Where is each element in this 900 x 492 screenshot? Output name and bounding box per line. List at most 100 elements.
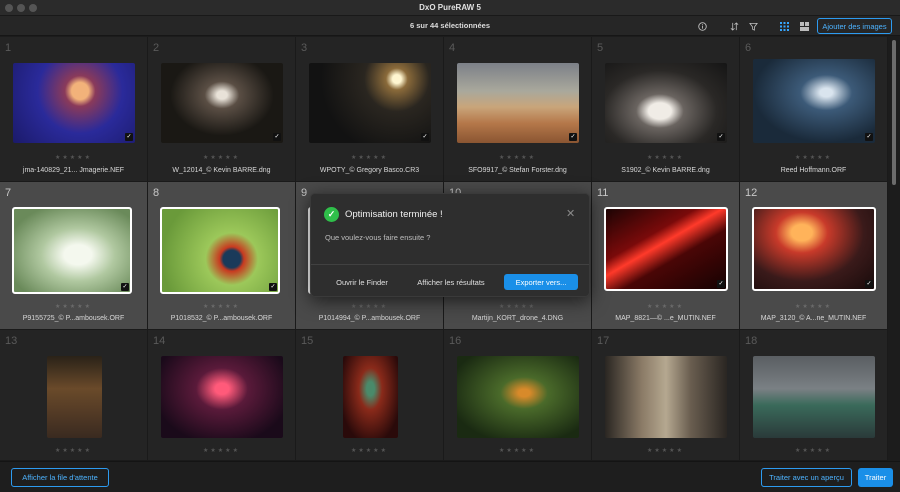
bottom-bar: Afficher la file d'attente Traiter avec …	[0, 461, 900, 492]
image-thumbnail[interactable]: ✓	[160, 207, 280, 294]
image-thumbnail[interactable]: ✓	[12, 207, 132, 294]
image-card[interactable]: 18 ★★★★★	[740, 330, 888, 461]
sort-icon[interactable]	[727, 19, 741, 33]
image-index: 3	[301, 42, 308, 54]
add-images-button[interactable]: Ajouter des images	[817, 18, 892, 34]
selection-count: 6 sur 44 sélectionnées	[409, 21, 491, 30]
image-filename: MAP_3120_© A...ne_MUTIN.NEF	[760, 315, 867, 322]
star-rating[interactable]: ★★★★★	[0, 154, 147, 161]
star-rating[interactable]: ★★★★★	[740, 154, 887, 161]
image-thumbnail[interactable]: ✓	[457, 63, 579, 143]
image-index: 8	[153, 187, 160, 199]
image-thumbnail[interactable]	[161, 356, 283, 438]
success-check-icon: ✓	[324, 207, 339, 222]
show-queue-button[interactable]: Afficher la file d'attente	[11, 468, 109, 487]
image-index: 18	[745, 335, 758, 347]
image-thumbnail[interactable]	[605, 356, 727, 438]
processed-check-icon: ✓	[121, 283, 129, 291]
open-finder-button[interactable]: Ouvrir le Finder	[325, 274, 399, 290]
image-card[interactable]: 2 ✓ ★★★★★ W_12014_© Kevin BARRE.dng	[148, 37, 296, 182]
star-rating[interactable]: ★★★★★	[740, 447, 887, 454]
star-rating[interactable]: ★★★★★	[592, 154, 739, 161]
star-rating[interactable]: ★★★★★	[740, 303, 887, 310]
image-card[interactable]: 15 ★★★★★	[296, 330, 444, 461]
image-card[interactable]: 5 ✓ ★★★★★ S1902_© Kevin BARRE.dng	[592, 37, 740, 182]
image-thumbnail[interactable]: ✓	[752, 207, 876, 291]
filter-icon[interactable]	[746, 19, 760, 33]
image-thumbnail[interactable]: ✓	[13, 63, 135, 143]
image-filename: W_12014_© Kevin BARRE.dng	[172, 167, 271, 174]
image-index: 2	[153, 42, 160, 54]
image-index: 16	[449, 335, 462, 347]
image-card[interactable]: 16 ★★★★★	[444, 330, 592, 461]
close-icon[interactable]: ✕	[566, 207, 575, 220]
image-filename: WPOTY_© Gregory Basco.CR3	[319, 167, 420, 174]
star-rating[interactable]: ★★★★★	[148, 447, 295, 454]
image-thumbnail[interactable]: ✓	[604, 207, 728, 291]
star-rating[interactable]: ★★★★★	[592, 447, 739, 454]
image-filename: jma-140829_21... Jmagerie.NEF	[22, 167, 125, 174]
image-thumbnail[interactable]	[343, 356, 398, 438]
image-thumbnail[interactable]	[47, 356, 102, 438]
image-filename: Martijn_KORT_drone_4.DNG	[471, 315, 564, 322]
show-results-button[interactable]: Afficher les résultats	[407, 274, 495, 290]
image-filename: P1014994_© P...ambousek.ORF	[318, 315, 421, 322]
image-card[interactable]: 4 ✓ ★★★★★ SFO9917_© Stefan Forster.dng	[444, 37, 592, 182]
image-filename: P1018532_© P...ambousek.ORF	[170, 315, 273, 322]
image-card[interactable]: 3 ✓ ★★★★★ WPOTY_© Gregory Basco.CR3	[296, 37, 444, 182]
image-index: 12	[745, 187, 758, 199]
image-filename: S1902_© Kevin BARRE.dng	[621, 167, 710, 174]
image-thumbnail[interactable]	[457, 356, 579, 438]
toolbar: 6 sur 44 sélectionnées Ajouter des image…	[0, 16, 900, 36]
scrollbar-thumb[interactable]	[892, 40, 896, 185]
compare-view-icon[interactable]	[797, 19, 811, 33]
image-card[interactable]: 6 ✓ ★★★★★ Reed Hoffmann.ORF	[740, 37, 888, 182]
image-filename: MAP_8821—© ...e_MUTIN.NEF	[615, 315, 716, 322]
image-index: 6	[745, 42, 752, 54]
dialog-divider	[311, 264, 589, 265]
image-index: 11	[597, 187, 609, 199]
info-icon[interactable]	[695, 19, 709, 33]
image-card[interactable]: 8 ✓ ★★★★★ P1018532_© P...ambousek.ORF	[148, 182, 296, 330]
star-rating[interactable]: ★★★★★	[148, 154, 295, 161]
processed-check-icon: ✓	[865, 280, 873, 288]
process-button[interactable]: Traiter	[858, 468, 893, 487]
image-card[interactable]: 1 ✓ ★★★★★ jma-140829_21... Jmagerie.NEF	[0, 37, 148, 182]
processed-check-icon: ✓	[125, 133, 133, 141]
processed-check-icon: ✓	[717, 133, 725, 141]
image-filename: SFO9917_© Stefan Forster.dng	[468, 167, 567, 174]
star-rating[interactable]: ★★★★★	[444, 154, 591, 161]
process-with-preview-button[interactable]: Traiter avec un aperçu	[761, 468, 852, 487]
star-rating[interactable]: ★★★★★	[444, 447, 591, 454]
image-thumbnail[interactable]: ✓	[309, 63, 431, 143]
scrollbar[interactable]	[891, 40, 897, 460]
image-index: 14	[153, 335, 166, 347]
star-rating[interactable]: ★★★★★	[296, 154, 443, 161]
star-rating[interactable]: ★★★★★	[0, 447, 147, 454]
image-thumbnail[interactable]: ✓	[605, 63, 727, 143]
image-card[interactable]: 7 ✓ ★★★★★ P9155725_© P...ambousek.ORF	[0, 182, 148, 330]
star-rating[interactable]: ★★★★★	[444, 303, 591, 310]
image-card[interactable]: 11 ✓ ★★★★★ MAP_8821—© ...e_MUTIN.NEF	[592, 182, 740, 330]
star-rating[interactable]: ★★★★★	[296, 303, 443, 310]
image-thumbnail[interactable]	[753, 356, 875, 438]
image-thumbnail[interactable]: ✓	[753, 59, 875, 143]
image-index: 5	[597, 42, 604, 54]
image-card[interactable]: 17 ★★★★★	[592, 330, 740, 461]
image-card[interactable]: 12 ✓ ★★★★★ MAP_3120_© A...ne_MUTIN.NEF	[740, 182, 888, 330]
star-rating[interactable]: ★★★★★	[592, 303, 739, 310]
grid-view-icon[interactable]	[777, 19, 791, 33]
image-card[interactable]: 13 ★★★★★	[0, 330, 148, 461]
export-button[interactable]: Exporter vers...	[504, 274, 578, 290]
image-card[interactable]: 14 ★★★★★	[148, 330, 296, 461]
image-index: 7	[5, 187, 12, 199]
star-rating[interactable]: ★★★★★	[148, 303, 295, 310]
processed-check-icon: ✓	[421, 133, 429, 141]
star-rating[interactable]: ★★★★★	[0, 303, 147, 310]
image-index: 13	[5, 335, 18, 347]
image-thumbnail[interactable]: ✓	[161, 63, 283, 143]
optimization-complete-dialog: ✓ Optimisation terminée ! ✕ Que voulez-v…	[310, 193, 590, 297]
window-title: DxO PureRAW 5	[419, 3, 481, 12]
processed-check-icon: ✓	[717, 280, 725, 288]
star-rating[interactable]: ★★★★★	[296, 447, 443, 454]
